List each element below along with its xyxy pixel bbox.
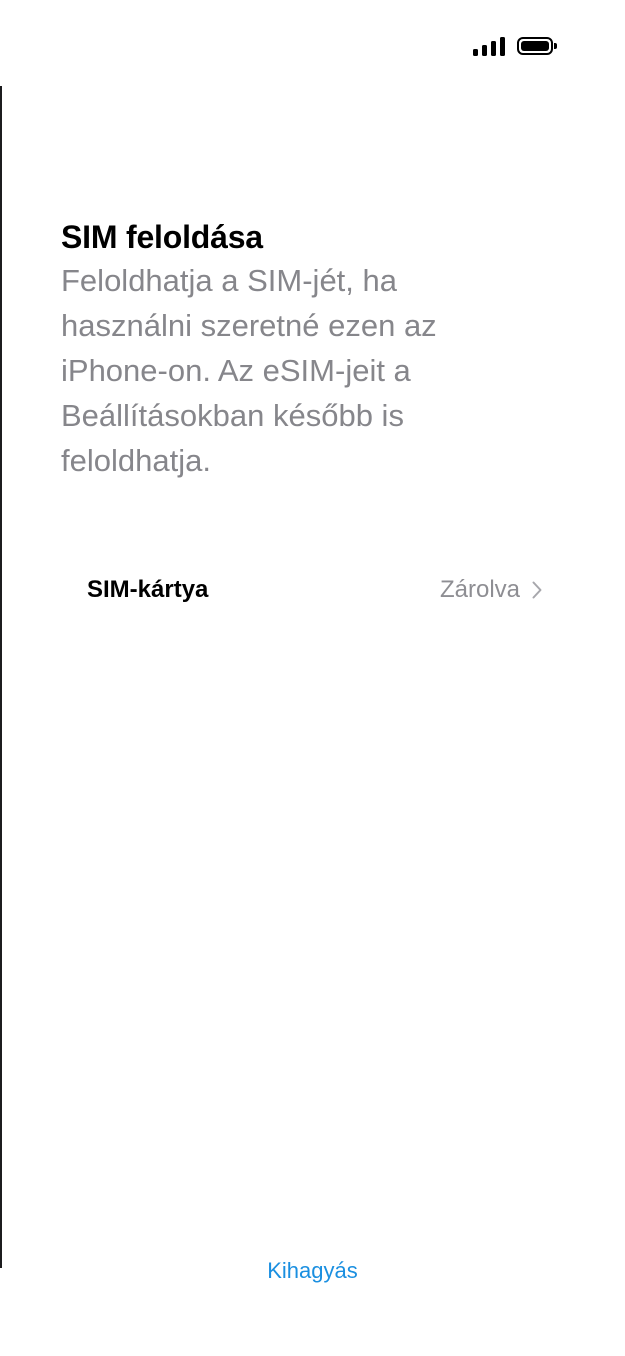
cellular-signal-icon xyxy=(473,36,505,56)
battery-full-icon xyxy=(517,37,557,55)
screen-edge-divider xyxy=(0,86,2,1268)
sim-unlock-header: SIM feloldása Feloldhatja a SIM-jét, ha … xyxy=(61,216,561,483)
sim-card-row[interactable]: SIM-kártya Zárolva xyxy=(87,568,542,612)
status-bar xyxy=(473,34,557,58)
skip-button[interactable]: Kihagyás xyxy=(0,1256,625,1286)
page-title: SIM feloldása xyxy=(61,219,263,255)
sim-card-label: SIM-kártya xyxy=(87,576,209,603)
page-description: Feloldhatja a SIM-jét, ha használni szer… xyxy=(61,263,437,478)
sim-card-status-group: Zárolva xyxy=(440,576,542,604)
chevron-right-icon xyxy=(532,581,542,599)
sim-card-status: Zárolva xyxy=(439,576,520,603)
